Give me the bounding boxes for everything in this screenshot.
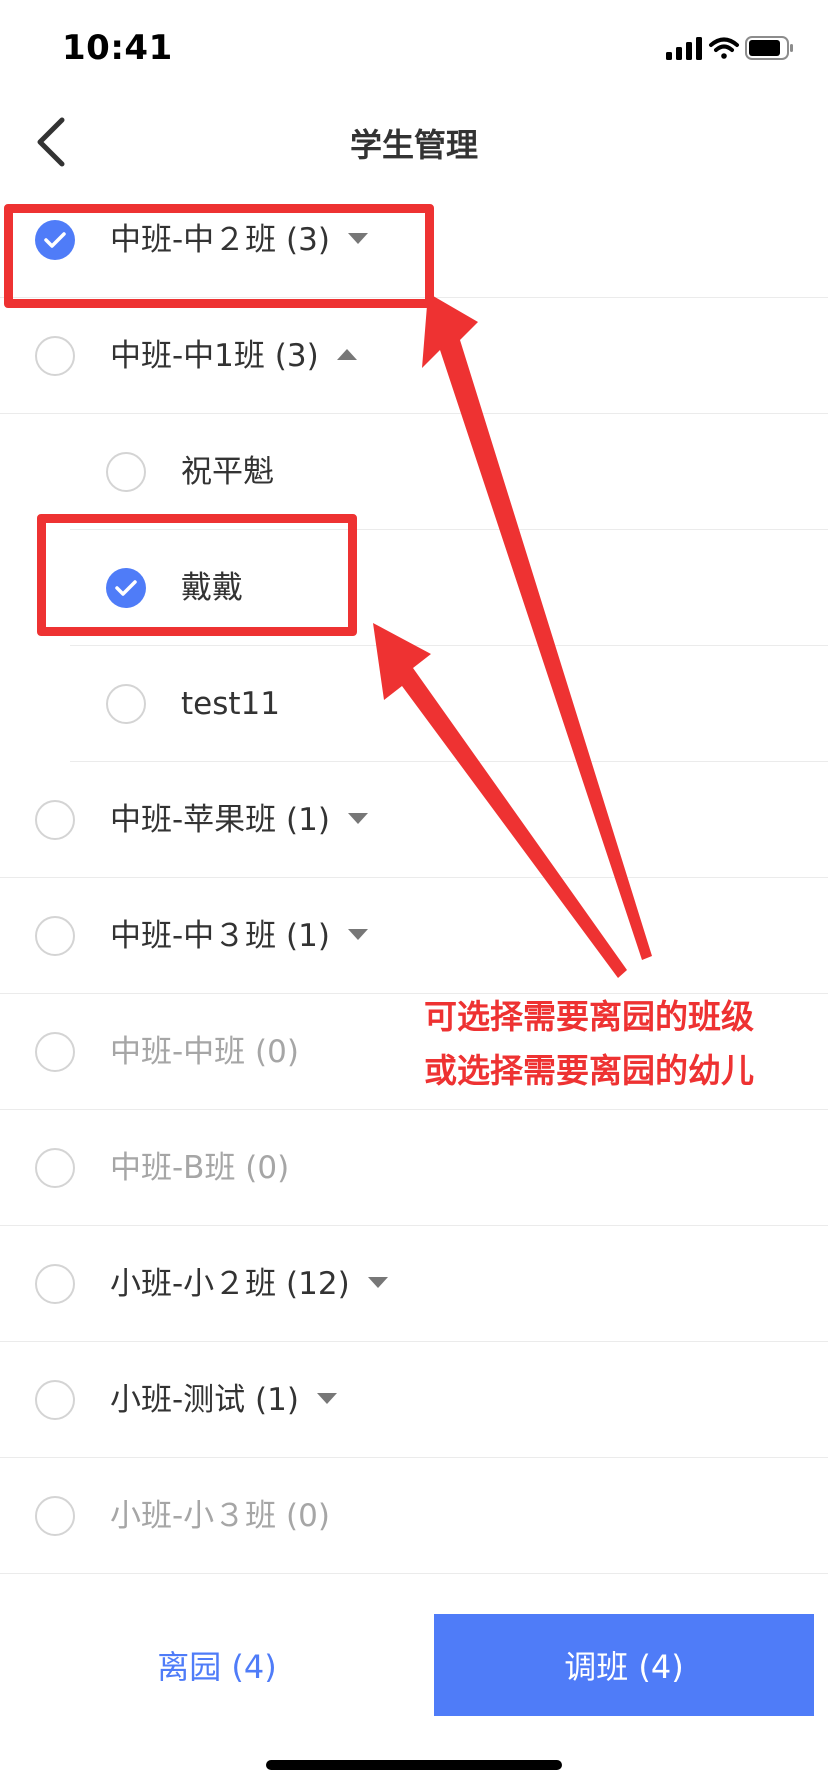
class-label: 小班-小３班 (0) xyxy=(110,1498,330,1534)
class-label: 中班-中班 (0) xyxy=(110,1034,299,1070)
student-label: test11 xyxy=(181,686,280,722)
page-title: 学生管理 xyxy=(349,126,478,164)
class-label: 小班-测试 (1) xyxy=(110,1378,337,1422)
annotation-highlight-box xyxy=(37,514,357,636)
status-icons xyxy=(666,34,794,64)
caret-down-icon[interactable] xyxy=(347,928,368,941)
class-row-xiao2[interactable]: 小班-小２班 (12) xyxy=(0,1226,828,1342)
class-student-list: 中班-中２班 (3) 中班-中1班 (3) 祝平魁 戴戴 test11 中班-苹… xyxy=(0,182,828,1574)
class-label: 中班-B班 (0) xyxy=(110,1150,290,1186)
checkbox-unchecked-icon[interactable] xyxy=(106,684,146,724)
class-row-xiao3[interactable]: 小班-小３班 (0) xyxy=(0,1458,828,1574)
checkbox-unchecked-icon[interactable] xyxy=(106,452,146,492)
home-indicator[interactable] xyxy=(266,1760,562,1770)
class-label: 中班-苹果班 (1) xyxy=(110,798,368,842)
annotation-line: 可选择需要离园的班级 xyxy=(424,997,754,1036)
caret-down-icon[interactable] xyxy=(347,812,368,825)
bottom-action-bar: 离园 (4) 调班 (4) xyxy=(0,1614,828,1716)
transfer-class-button[interactable]: 调班 (4) xyxy=(434,1614,814,1716)
student-row-zhupingkui[interactable]: 祝平魁 xyxy=(0,414,828,530)
class-label: 中班-中1班 (3) xyxy=(110,334,357,378)
checkbox-unchecked-icon[interactable] xyxy=(35,336,75,376)
class-label: 中班-中３班 (1) xyxy=(110,914,368,958)
status-bar: 10:41 xyxy=(0,0,828,100)
checkbox-unchecked-icon[interactable] xyxy=(35,1496,75,1536)
class-row-b[interactable]: 中班-B班 (0) xyxy=(0,1110,828,1226)
checkbox-unchecked-icon[interactable] xyxy=(35,1148,75,1188)
class-row-apple[interactable]: 中班-苹果班 (1) xyxy=(0,762,828,878)
status-time: 10:41 xyxy=(62,28,173,68)
caret-up-icon[interactable] xyxy=(336,348,357,361)
checkbox-unchecked-icon[interactable] xyxy=(35,916,75,956)
student-row-test11[interactable]: test11 xyxy=(0,646,828,762)
caret-down-icon[interactable] xyxy=(367,1276,388,1289)
student-label: 祝平魁 xyxy=(181,454,274,490)
signal-icon xyxy=(666,37,702,60)
battery-icon xyxy=(745,36,793,60)
checkbox-unchecked-icon[interactable] xyxy=(35,1032,75,1072)
class-row-zhong3[interactable]: 中班-中３班 (1) xyxy=(0,878,828,994)
annotation-line: 或选择需要离园的幼儿 xyxy=(424,1051,754,1090)
checkbox-unchecked-icon[interactable] xyxy=(35,1264,75,1304)
checkbox-unchecked-icon[interactable] xyxy=(35,1380,75,1420)
leave-button[interactable]: 离园 (4) xyxy=(0,1614,434,1716)
checkbox-unchecked-icon[interactable] xyxy=(35,800,75,840)
class-label: 小班-小２班 (12) xyxy=(110,1262,388,1306)
wifi-icon xyxy=(709,37,739,59)
class-row-zhong1[interactable]: 中班-中1班 (3) xyxy=(0,298,828,414)
row-divider xyxy=(0,1573,828,1574)
class-row-test[interactable]: 小班-测试 (1) xyxy=(0,1342,828,1458)
annotation-text: 可选择需要离园的班级 或选择需要离园的幼儿 xyxy=(424,990,824,1098)
annotation-highlight-box xyxy=(4,204,434,308)
caret-down-icon[interactable] xyxy=(316,1392,337,1405)
